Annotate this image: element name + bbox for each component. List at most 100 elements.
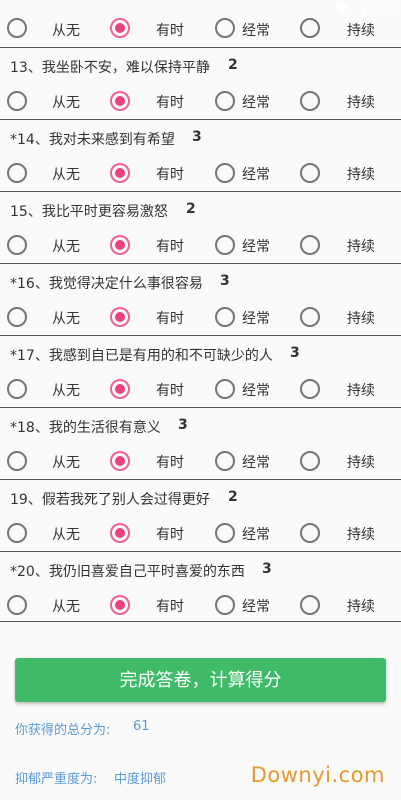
option-label-always: 持续 <box>347 383 375 399</box>
total-score-label: 你获得的总分为: <box>15 723 111 738</box>
radio-option-often[interactable] <box>215 163 235 183</box>
radio-option-always[interactable] <box>300 451 320 471</box>
radio-option-sometimes[interactable] <box>110 595 130 615</box>
radio-option-sometimes[interactable] <box>110 91 130 111</box>
option-label-sometimes: 有时 <box>156 95 184 111</box>
option-row: 从无 有时 经常 持续 <box>0 371 401 407</box>
option-label-sometimes: 有时 <box>156 383 184 399</box>
question-row: 19、假若我死了别人会过得更好 2 <box>0 479 401 515</box>
option-label-never: 从无 <box>52 527 80 543</box>
radio-option-sometimes[interactable] <box>110 379 130 399</box>
question-score: 2 <box>228 57 238 73</box>
question-text: 13、我坐卧不安，难以保持平静 <box>10 60 210 76</box>
option-label-often: 经常 <box>242 383 270 399</box>
question-score: 3 <box>220 273 230 289</box>
radio-option-never[interactable] <box>7 379 27 399</box>
radio-option-never[interactable] <box>7 307 27 327</box>
question-text: *20、我仍旧喜爱自己平时喜爱的东西 <box>10 564 245 580</box>
option-label-never: 从无 <box>52 167 80 183</box>
question-score: 2 <box>186 201 196 217</box>
option-row-partial: 从无 有时 经常 持续 <box>0 12 401 48</box>
watermark-logo: Downyi.com <box>250 763 385 787</box>
radio-option-often[interactable] <box>215 18 235 38</box>
radio-option-never[interactable] <box>7 91 27 111</box>
question-text: *14、我对未来感到有希望 <box>10 132 175 148</box>
severity-label: 抑郁严重度为: <box>15 772 98 787</box>
option-label-often: 经常 <box>242 599 270 615</box>
option-label-sometimes: 有时 <box>156 527 184 543</box>
option-label-always: 持续 <box>347 599 375 615</box>
option-label-never: 从无 <box>52 311 80 327</box>
option-row: 从无 有时 经常 持续 <box>0 155 401 191</box>
option-label-never: 从无 <box>52 383 80 399</box>
option-row: 从无 有时 经常 持续 <box>0 299 401 335</box>
radio-option-always[interactable] <box>300 163 320 183</box>
option-label-often: 经常 <box>242 167 270 183</box>
radio-option-never[interactable] <box>7 235 27 255</box>
radio-option-never[interactable] <box>7 18 27 38</box>
submit-button[interactable]: 完成答卷，计算得分 <box>15 658 386 702</box>
option-row: 从无 有时 经常 持续 <box>0 515 401 551</box>
question-row: 13、我坐卧不安，难以保持平静 2 <box>0 47 401 83</box>
radio-option-sometimes[interactable] <box>110 523 130 543</box>
radio-option-sometimes[interactable] <box>110 451 130 471</box>
question-text: 19、假若我死了别人会过得更好 <box>10 492 210 508</box>
option-label-always: 持续 <box>347 455 375 471</box>
option-label-sometimes: 有时 <box>156 167 184 183</box>
option-label-always: 持续 <box>347 527 375 543</box>
severity-value: 中度抑郁 <box>114 772 167 787</box>
option-label-often: 经常 <box>242 239 270 255</box>
question-row: *14、我对未来感到有希望 3 <box>0 119 401 155</box>
option-label-always: 持续 <box>347 23 375 39</box>
option-label-sometimes: 有时 <box>156 599 184 615</box>
radio-option-always[interactable] <box>300 307 320 327</box>
option-row: 从无 有时 经常 持续 <box>0 443 401 479</box>
question-score: 3 <box>192 129 202 145</box>
option-label-never: 从无 <box>52 95 80 111</box>
option-label-often: 经常 <box>242 23 270 39</box>
question-row: *16、我觉得决定什么事很容易 3 <box>0 263 401 299</box>
question-row: *20、我仍旧喜爱自己平时喜爱的东西 3 <box>0 551 401 587</box>
radio-option-always[interactable] <box>300 18 320 38</box>
question-row: *17、我感到自已是有用的和不可缺少的人 3 <box>0 335 401 371</box>
radio-option-often[interactable] <box>215 91 235 111</box>
option-label-sometimes: 有时 <box>156 239 184 255</box>
radio-option-often[interactable] <box>215 235 235 255</box>
radio-option-never[interactable] <box>7 595 27 615</box>
total-score-value: 61 <box>133 719 150 734</box>
radio-option-often[interactable] <box>215 595 235 615</box>
question-text: *16、我觉得决定什么事很容易 <box>10 276 203 292</box>
option-label-always: 持续 <box>347 167 375 183</box>
option-label-always: 持续 <box>347 311 375 327</box>
radio-option-sometimes[interactable] <box>110 18 130 38</box>
divider <box>0 621 401 622</box>
question-text: *17、我感到自已是有用的和不可缺少的人 <box>10 348 273 364</box>
option-label-often: 经常 <box>242 455 270 471</box>
option-label-always: 持续 <box>347 95 375 111</box>
radio-option-never[interactable] <box>7 163 27 183</box>
radio-option-sometimes[interactable] <box>110 163 130 183</box>
radio-option-sometimes[interactable] <box>110 307 130 327</box>
radio-option-often[interactable] <box>215 379 235 399</box>
question-text: *18、我的生活很有意义 <box>10 420 161 436</box>
radio-option-never[interactable] <box>7 523 27 543</box>
question-row: *18、我的生活很有意义 3 <box>0 407 401 443</box>
radio-option-always[interactable] <box>300 379 320 399</box>
radio-option-often[interactable] <box>215 451 235 471</box>
question-score: 2 <box>228 489 238 505</box>
radio-option-always[interactable] <box>300 595 320 615</box>
radio-option-sometimes[interactable] <box>110 235 130 255</box>
option-label-sometimes: 有时 <box>156 311 184 327</box>
option-label-often: 经常 <box>242 527 270 543</box>
option-row: 从无 有时 经常 持续 <box>0 227 401 263</box>
radio-option-never[interactable] <box>7 451 27 471</box>
option-label-sometimes: 有时 <box>156 23 184 39</box>
question-text: 15、我比平时更容易激怒 <box>10 204 168 220</box>
radio-option-often[interactable] <box>215 307 235 327</box>
radio-option-always[interactable] <box>300 235 320 255</box>
option-row: 从无 有时 经常 持续 <box>0 83 401 119</box>
option-label-sometimes: 有时 <box>156 455 184 471</box>
radio-option-always[interactable] <box>300 91 320 111</box>
radio-option-often[interactable] <box>215 523 235 543</box>
radio-option-always[interactable] <box>300 523 320 543</box>
